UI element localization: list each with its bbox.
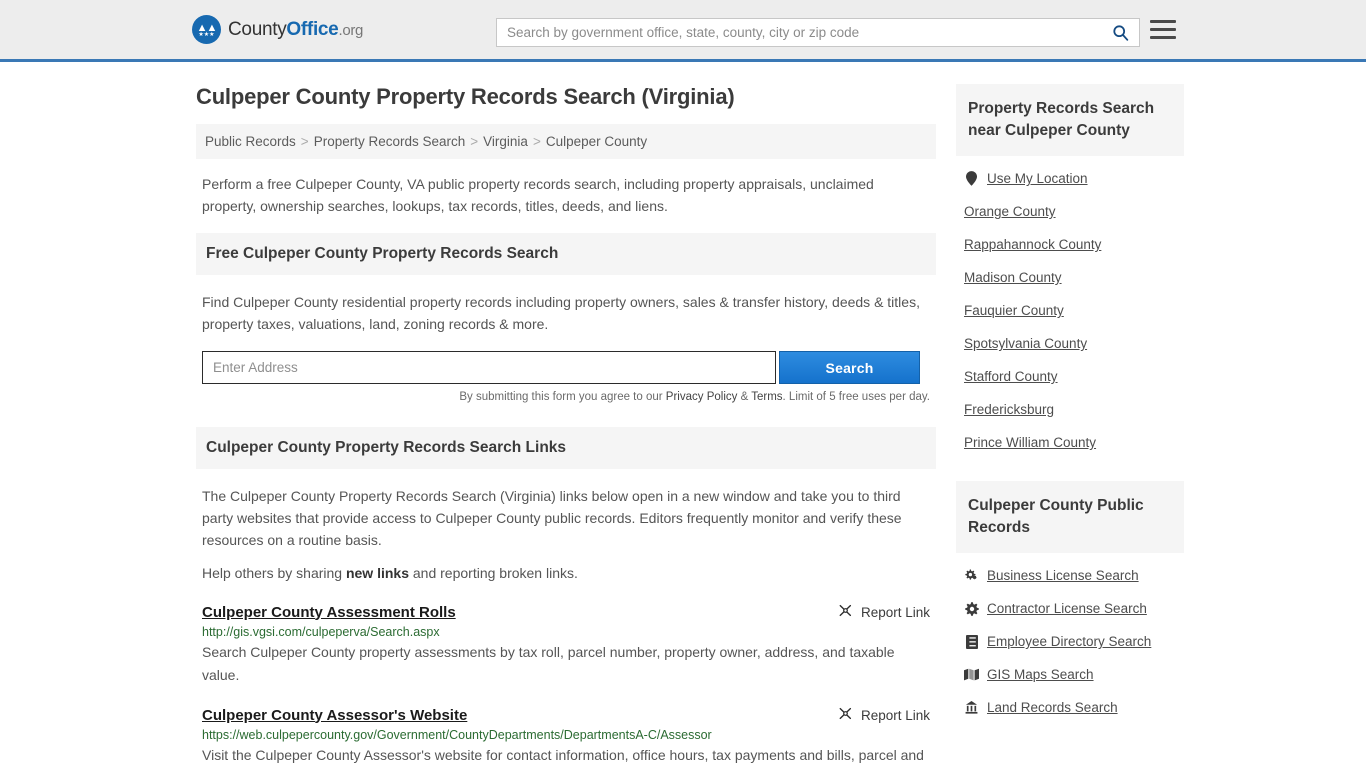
sidebar-item-spotsylvania-county[interactable]: Spotsylvania County [956, 327, 1184, 360]
sidebar-link-label[interactable]: Fauquier County [964, 303, 1064, 318]
privacy-policy-link[interactable]: Privacy Policy [666, 391, 738, 403]
breadcrumb-item-virginia[interactable]: Virginia [483, 134, 528, 149]
sidebar-item-gis-maps-search[interactable]: GIS Maps Search [956, 658, 1184, 691]
result-item: Culpeper County Assessor's Website Repor… [196, 706, 936, 768]
disclaimer-prefix: By submitting this form you agree to our [459, 391, 666, 403]
sidebar-link-label[interactable]: Use My Location [987, 171, 1088, 186]
main-content: Culpeper County Property Records Search … [196, 84, 936, 768]
result-url[interactable]: https://web.culpepercounty.gov/Governmen… [202, 728, 930, 742]
sidebar-item-land-records-search[interactable]: Land Records Search [956, 691, 1184, 724]
sidebar-item-madison-county[interactable]: Madison County [956, 261, 1184, 294]
new-links-link[interactable]: new links [346, 565, 409, 581]
sidebar-link-label[interactable]: Fredericksburg [964, 402, 1054, 417]
form-disclaimer: By submitting this form you agree to our… [196, 384, 936, 403]
sidebar-link-label[interactable]: Employee Directory Search [987, 634, 1151, 649]
result-url[interactable]: http://gis.vgsi.com/culpeperva/Search.as… [202, 625, 930, 639]
page-intro-text: Perform a free Culpeper County, VA publi… [202, 176, 874, 214]
sidebar-link-label[interactable]: Stafford County [964, 369, 1058, 384]
share-links-line: Help others by sharing new links and rep… [196, 565, 936, 581]
sidebar-link-label[interactable]: Land Records Search [987, 700, 1118, 715]
result-header-row: Culpeper County Assessor's Website Repor… [202, 706, 930, 724]
sidebar-item-prince-william-county[interactable]: Prince William County [956, 426, 1184, 459]
sidebar: Property Records Search near Culpeper Co… [956, 84, 1184, 768]
hamburger-menu-icon[interactable] [1150, 20, 1176, 39]
sidebar-nearby-heading: Property Records Search near Culpeper Co… [956, 84, 1184, 156]
sidebar-item-orange-county[interactable]: Orange County [956, 195, 1184, 228]
logo-text-org: .org [338, 21, 364, 39]
sidebar-link-label[interactable]: Business License Search [987, 568, 1139, 583]
sidebar-item-stafford-county[interactable]: Stafford County [956, 360, 1184, 393]
disclaimer-amp: & [737, 391, 752, 403]
share-suffix: and reporting broken links. [409, 565, 578, 581]
result-title-link[interactable]: Culpeper County Assessment Rolls [202, 604, 456, 621]
address-search-form: Search [196, 351, 936, 384]
share-prefix: Help others by sharing [202, 565, 346, 581]
links-section-heading: Culpeper County Property Records Search … [196, 427, 936, 469]
breadcrumb-item-culpeper-county[interactable]: Culpeper County [546, 134, 647, 149]
sidebar-link-label[interactable]: Madison County [964, 270, 1062, 285]
page-body: Culpeper County Property Records Search … [0, 62, 1366, 768]
result-description: Search Culpeper County property assessme… [202, 644, 895, 683]
sidebar-public-records-list: Business License Search Contractor Licen… [956, 553, 1184, 724]
sidebar-link-label[interactable]: Prince William County [964, 435, 1096, 450]
report-link-label: Report Link [860, 604, 930, 620]
breadcrumb: Public Records > Property Records Search > V… [196, 124, 936, 159]
sidebar-item-fredericksburg[interactable]: Fredericksburg [956, 393, 1184, 426]
site-header: ▲▲ ★★★ CountyOffice.org [0, 0, 1366, 62]
free-search-heading: Free Culpeper County Property Records Se… [196, 233, 936, 275]
report-link-label: Report Link [860, 707, 930, 723]
global-search-box[interactable] [496, 18, 1140, 47]
report-link-button[interactable]: Report Link [838, 706, 930, 724]
sidebar-link-label[interactable]: Orange County [964, 204, 1056, 219]
logo-text-office: Office [286, 18, 339, 40]
cogs-icon [964, 569, 979, 583]
sidebar-link-label[interactable]: GIS Maps Search [987, 667, 1094, 682]
report-link-button[interactable]: Report Link [838, 603, 930, 621]
sidebar-item-business-license-search[interactable]: Business License Search [956, 559, 1184, 592]
cog-icon [964, 601, 979, 616]
site-logo[interactable]: ▲▲ ★★★ CountyOffice.org [192, 15, 363, 44]
breadcrumb-item-public-records[interactable]: Public Records [205, 134, 296, 149]
result-item: Culpeper County Assessment Rolls Report … [196, 603, 936, 687]
disclaimer-suffix: . Limit of 5 free uses per day. [782, 391, 930, 403]
logo-wordmark: CountyOffice.org [228, 19, 363, 41]
sidebar-public-records-heading: Culpeper County Public Records [956, 481, 1184, 553]
sidebar-item-contractor-license-search[interactable]: Contractor License Search [956, 592, 1184, 625]
search-icon[interactable] [1101, 19, 1139, 46]
address-search-button[interactable]: Search [779, 351, 920, 384]
breadcrumb-separator: > [470, 134, 479, 149]
result-description: Visit the Culpeper County Assessor's web… [202, 747, 924, 763]
page-title: Culpeper County Property Records Search … [196, 84, 735, 109]
landmark-icon [964, 701, 979, 714]
eagle-seal-icon: ▲▲ ★★★ [192, 15, 221, 44]
sidebar-item-rappahannock-county[interactable]: Rappahannock County [956, 228, 1184, 261]
breadcrumb-separator: > [300, 134, 309, 149]
sidebar-item-use-my-location[interactable]: Use My Location [956, 162, 1184, 195]
free-search-description: Find Culpeper County residential propert… [202, 294, 920, 332]
map-icon [964, 668, 979, 681]
address-input[interactable] [202, 351, 776, 384]
links-section-intro: The Culpeper County Property Records Sea… [202, 488, 902, 548]
map-pin-icon [964, 171, 979, 186]
sidebar-nearby-list: Use My Location Orange County Rappahanno… [956, 156, 1184, 459]
sidebar-link-label[interactable]: Contractor License Search [987, 601, 1147, 616]
global-search-input[interactable] [497, 19, 1101, 46]
terms-link[interactable]: Terms [751, 391, 782, 403]
result-header-row: Culpeper County Assessment Rolls Report … [202, 603, 930, 621]
sidebar-link-label[interactable]: Rappahannock County [964, 237, 1101, 252]
sidebar-item-fauquier-county[interactable]: Fauquier County [956, 294, 1184, 327]
broken-link-icon [838, 706, 853, 724]
breadcrumb-separator: > [532, 134, 541, 149]
breadcrumb-item-property-records-search[interactable]: Property Records Search [314, 134, 466, 149]
sidebar-item-employee-directory-search[interactable]: Employee Directory Search [956, 625, 1184, 658]
result-title-link[interactable]: Culpeper County Assessor's Website [202, 707, 467, 724]
id-card-icon [964, 634, 979, 649]
sidebar-link-label[interactable]: Spotsylvania County [964, 336, 1087, 351]
logo-text-county: County [228, 18, 287, 40]
broken-link-icon [838, 603, 853, 621]
